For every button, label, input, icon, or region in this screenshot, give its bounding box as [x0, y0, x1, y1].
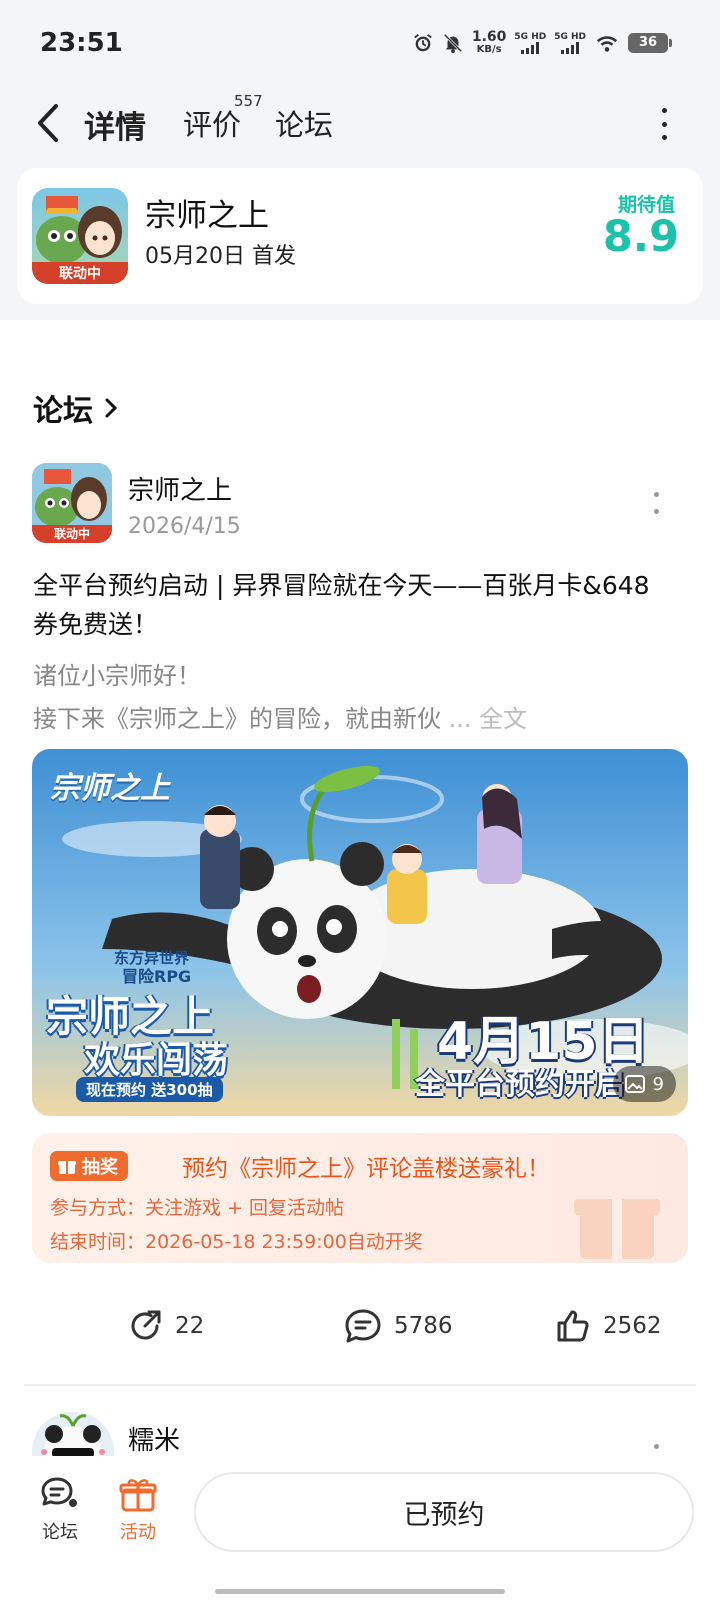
- post-title[interactable]: 全平台预约启动 | 异界冒险就在今天——百张月卡&648券免费送！: [33, 566, 673, 644]
- avatar-tag-label: 联动中: [53, 527, 90, 541]
- sim2-signal: 5G HD: [554, 32, 586, 54]
- chevron-right-icon: [105, 398, 118, 418]
- tab-forum[interactable]: 论坛: [275, 102, 333, 144]
- banner-headline-2: 欢乐闯荡: [84, 1040, 229, 1081]
- more-options-icon[interactable]: [652, 104, 676, 144]
- banner-logo: 宗师之上: [50, 771, 170, 806]
- home-indicator[interactable]: [215, 1589, 505, 1594]
- review-count-badge: 557: [234, 92, 263, 110]
- game-info-card[interactable]: 联动中 宗师之上 05月20日 首发 期待值 8.9: [17, 168, 703, 304]
- release-date: 05月20日 首发: [145, 244, 296, 269]
- status-bar: 23:51 1.60 KB/s 5G HD 5G HD 36: [0, 0, 720, 88]
- comment-button[interactable]: 5786: [344, 1308, 453, 1344]
- post-date: 2026/4/15: [128, 514, 241, 539]
- bottom-tab-activity[interactable]: 活动: [108, 1476, 168, 1544]
- game-name: 宗师之上: [145, 198, 269, 234]
- forum-chat-icon: [41, 1477, 77, 1507]
- status-icons: 1.60 KB/s 5G HD 5G HD 36: [412, 29, 672, 55]
- bottom-tab-forum[interactable]: 论坛: [30, 1476, 90, 1544]
- gift-icon: [119, 1479, 157, 1512]
- image-count-badge: 9: [612, 1066, 676, 1102]
- icon-tag-label: 联动中: [59, 266, 101, 282]
- forum-section-header[interactable]: 论坛: [33, 386, 119, 430]
- expectation-score: 8.9: [602, 212, 679, 262]
- image-icon: [624, 1075, 645, 1093]
- reserved-button[interactable]: 已预约: [194, 1472, 694, 1552]
- like-count: 2562: [603, 1313, 662, 1339]
- post-author-name[interactable]: 宗师之上: [128, 470, 232, 507]
- battery-icon: 36: [628, 32, 672, 53]
- post-excerpt[interactable]: 诸位小宗师好！ 接下来《宗师之上》的冒险，就由新伙 ... 全文: [33, 655, 673, 741]
- post-divider: [24, 1384, 696, 1386]
- post-banner-image[interactable]: 宗师之上 东方异世界 冒险RPG 宗师之上 欢乐闯荡 现在预约 送300抽 4月…: [32, 749, 688, 1116]
- back-arrow-icon[interactable]: [30, 98, 70, 148]
- lottery-end-time: 结束时间：2026-05-18 23:59:00自动开奖: [50, 1231, 423, 1253]
- bottom-action-bar: 论坛 活动 已预约: [0, 1456, 720, 1600]
- tab-review[interactable]: 评价: [183, 102, 241, 144]
- comment-icon: [345, 1309, 381, 1343]
- lottery-participation: 参与方式：关注游戏 + 回复活动帖: [50, 1197, 344, 1219]
- share-icon: [131, 1310, 161, 1340]
- alarm-icon: [414, 33, 432, 51]
- next-post-author[interactable]: 糯米: [128, 1420, 180, 1457]
- share-count: 22: [175, 1313, 205, 1339]
- net-speed: 1.60 KB/s: [471, 29, 507, 55]
- thumbs-up-icon: [557, 1310, 589, 1342]
- gift-watermark-icon: [574, 1199, 660, 1259]
- banner-promo: 现在预约 送300抽: [76, 1077, 223, 1102]
- wifi-icon: [596, 35, 618, 52]
- mute-icon: [443, 33, 463, 53]
- sim1-signal: 5G HD: [514, 32, 546, 54]
- status-time: 23:51: [40, 28, 123, 58]
- next-post-more-icon[interactable]: [650, 1444, 662, 1454]
- top-nav: 详情 评价 557 论坛: [0, 88, 720, 164]
- lottery-title: 预约《宗师之上》评论盖楼送豪礼！: [182, 1156, 550, 1182]
- read-full-link[interactable]: ... 全文: [441, 705, 528, 733]
- like-button[interactable]: 2562: [555, 1308, 662, 1344]
- lottery-activity-card[interactable]: 抽奖 预约《宗师之上》评论盖楼送豪礼！ 参与方式：关注游戏 + 回复活动帖 结束…: [32, 1133, 688, 1263]
- gift-icon: [58, 1161, 76, 1174]
- tab-detail[interactable]: 详情: [80, 102, 150, 147]
- lottery-badge: 抽奖: [50, 1151, 128, 1181]
- post-more-options-icon[interactable]: [650, 492, 662, 514]
- share-button[interactable]: 22: [127, 1308, 204, 1344]
- comment-count: 5786: [394, 1313, 453, 1339]
- banner-subdate: 全平台预约开启: [415, 1067, 625, 1102]
